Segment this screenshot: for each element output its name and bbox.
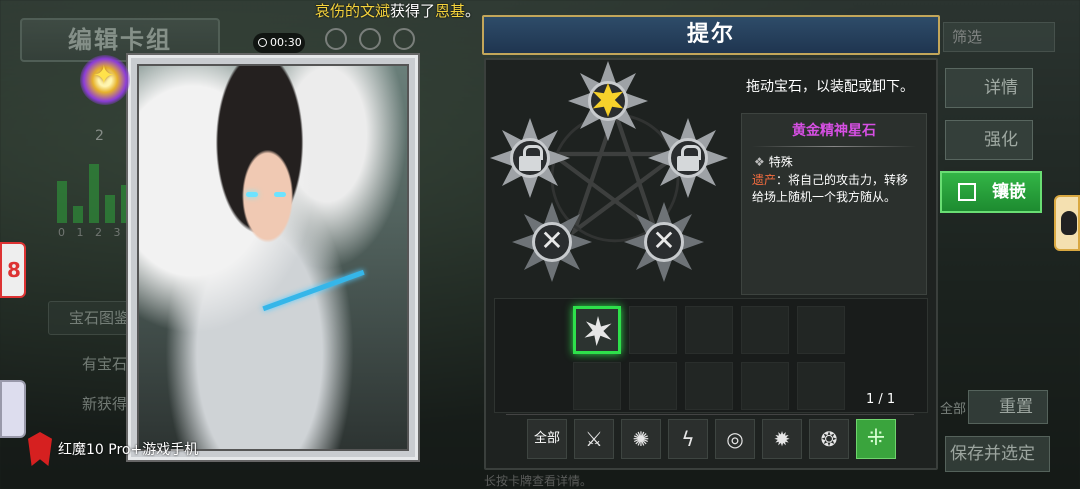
all-filter-label[interactable]: 全部 [940,398,966,417]
silver-star-gem-icon[interactable] [584,316,612,346]
clock-icon [258,38,267,47]
x-icon: ✕ [540,224,564,257]
redmagic-logo-icon [28,432,52,466]
target-markers [325,28,415,50]
inventory-slot[interactable] [629,362,677,410]
gem-socket-bottom-left: ✕ [512,202,592,282]
notification-action: 获得了 [390,2,436,20]
deck-title-text: 编辑卡组 [68,26,172,54]
timer-text: 00:30 [270,36,302,49]
cube-icon [958,183,976,201]
gem-desc-keyword: 遗产 [752,173,777,187]
crosshair-icon [359,28,381,50]
inventory-slot[interactable] [573,306,621,354]
has-gem-filter[interactable]: 有宝石 [82,353,127,374]
brand-text: 红魔10 Pro+游戏手机 [58,442,199,458]
reset-button[interactable]: 重置 [968,390,1048,424]
divider [752,146,916,147]
enhance-label: 强化 [984,130,1018,150]
mana-curve-axis: 0 1 2 3 [58,226,125,239]
filter-sword-icon[interactable]: ⚔ [574,419,614,459]
inventory-slot[interactable] [685,362,733,410]
embed-label: 镶嵌 [992,182,1026,202]
filter-all-button[interactable]: 全部 [527,419,567,459]
gem-socket-left[interactable] [490,118,570,198]
device-watermark: 红魔10 Pro+游戏手机 [28,432,198,466]
equipped-gem-badge-icon [80,55,130,105]
gem-description: 遗产：将自己的攻击力，转移给场上随机一个我方随从。 [742,170,926,206]
turn-timer: 00:30 [253,33,305,53]
filter-dropdown[interactable]: 筛选 [943,22,1055,52]
gem-desc-text: ：将自己的攻击力，转移给场上随机一个我方随从。 [752,173,909,204]
gem-socket-right[interactable] [648,118,728,198]
crosshair-icon [325,28,347,50]
inventory-slot[interactable] [741,362,789,410]
notification-player: 哀伤的文斌 [315,2,391,20]
inventory-count: 1 / 1 [866,392,896,407]
notification-reward: 恩基 [435,2,466,20]
floating-tool-icon[interactable] [0,380,26,438]
new-obtained-filter[interactable]: 新获得 [82,393,127,414]
divider [506,414,914,415]
system-notification: 哀伤的文斌获得了恩基。 [315,0,480,21]
inventory-slot[interactable] [741,306,789,354]
mana-curve-chart [57,153,131,223]
filter-burst-icon[interactable]: ✺ [621,419,661,459]
deck-count: 2 [95,128,104,144]
gem-type-icon: ❖ [754,155,765,169]
gem-socket-top[interactable] [568,61,648,141]
x-icon: ✕ [652,224,676,257]
embed-button[interactable]: 镶嵌 [940,171,1042,213]
lock-icon [519,145,543,171]
inventory-slot[interactable] [573,362,621,410]
character-portrait [137,64,409,451]
notification-end: 。 [465,2,481,20]
gem-info-panel: 黄金精神星石 ❖ 特殊 遗产：将自己的攻击力，转移给场上随机一个我方随从。 [741,113,927,295]
details-label: 详情 [984,78,1018,98]
gem-type-label: 特殊 [768,155,793,169]
details-button[interactable]: 详情 [945,68,1033,108]
character-name: 提尔 [686,22,735,47]
lock-icon [677,145,701,171]
filter-vortex-icon[interactable]: ❂ [809,419,849,459]
footer-tip: 长按卡牌查看详情。 [484,474,593,488]
filter-grid-diamond-icon[interactable]: ⁜ [856,419,896,459]
inventory-slot[interactable] [797,362,845,410]
filter-lightning-icon[interactable]: ϟ [668,419,708,459]
mana-curve-bar [105,195,115,223]
gem-name: 黄金精神星石 [792,123,876,139]
character-card[interactable] [128,55,418,460]
qq-penguin-icon[interactable] [1054,195,1080,251]
gem-guide-label: 宝石图鉴 [69,309,130,327]
save-select-button[interactable]: 保存并选定 [945,436,1050,472]
socket-hint: 拖动宝石，以装配或卸下。 [746,79,914,95]
gem-socket-bottom-right: ✕ [624,202,704,282]
mana-curve-bar [57,181,67,223]
filter-swirl-icon[interactable]: ◎ [715,419,755,459]
gem-type: ❖ 特殊 [742,153,926,170]
inventory-slot[interactable] [685,306,733,354]
crosshair-icon [393,28,415,50]
mana-curve-bar [89,163,99,223]
reset-label: 重置 [999,397,1033,417]
enhance-button[interactable]: 强化 [945,120,1033,160]
mana-curve-bar [73,205,83,223]
inventory-slot[interactable] [797,306,845,354]
gem-filter-bar: 全部 ⚔ ✺ ϟ ◎ ✹ ❂ ⁜ [527,419,896,459]
save-label: 保存并选定 [950,444,1035,464]
character-name-title: 提尔 [482,15,940,55]
floating-app-icon[interactable] [0,242,26,298]
inventory-slot[interactable] [629,306,677,354]
filter-spark-icon[interactable]: ✹ [762,419,802,459]
